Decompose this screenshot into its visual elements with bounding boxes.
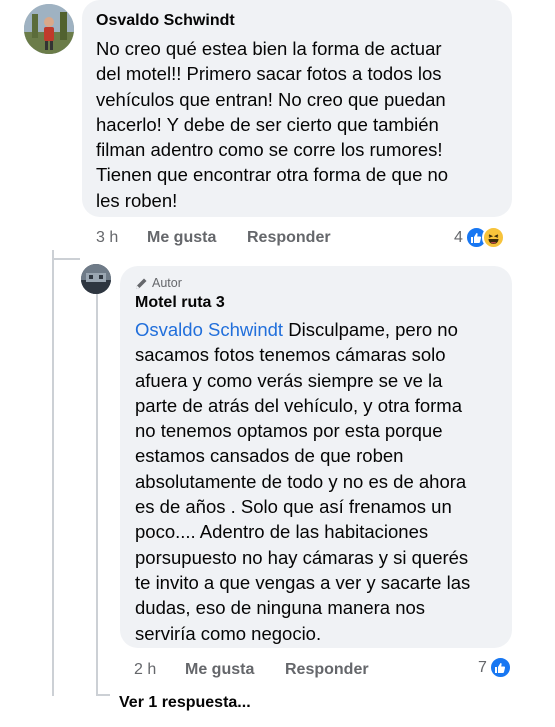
haha-icon xyxy=(481,226,505,249)
reply-line: es de años . Solo que así frenamos un xyxy=(135,496,452,518)
thread-line-main xyxy=(52,250,54,696)
comment-reactions[interactable]: 4 xyxy=(454,226,505,249)
reply-line: Osvaldo Schwindt Disculpame, pero no xyxy=(135,317,507,342)
reply-line-rest: Disculpame, pero no xyxy=(283,319,458,340)
view-more-replies-link[interactable]: Ver 1 respuesta... xyxy=(119,694,251,712)
reply-like-button[interactable]: Me gusta xyxy=(185,661,254,679)
reply-line: dudas, eso de ninguna manera nos xyxy=(135,597,426,619)
reply-line: porsupuesto no hay cámaras y si querés xyxy=(135,546,469,568)
reply-timestamp[interactable]: 2 h xyxy=(134,661,156,679)
reply-reactions[interactable]: 7 xyxy=(478,656,512,679)
comment-line: No creo qué estea bien la forma de actua… xyxy=(96,38,442,59)
comment-actions: 3 h Me gusta Responder xyxy=(96,229,516,251)
reply-line: no tenemos optamos por esta porque xyxy=(135,420,443,442)
like-icon xyxy=(488,656,512,679)
person-photo-icon xyxy=(24,4,74,54)
comment-line: hacerlo! Y debe de ser cierto que tambié… xyxy=(96,113,439,135)
comment-bubble: Osvaldo Schwindt No creo qué estea bien … xyxy=(82,0,512,217)
reply-reply-button[interactable]: Responder xyxy=(285,661,369,679)
reply-line: estamos cansados de que roben xyxy=(135,445,404,467)
author-badge-label: Autor xyxy=(152,276,182,290)
thread-line-branch xyxy=(52,258,80,260)
motel-logo-icon xyxy=(81,264,111,294)
reaction-count: 4 xyxy=(454,228,463,246)
reply-button[interactable]: Responder xyxy=(247,229,331,247)
reply-line: absolutamente de todo y no es de ahora xyxy=(135,470,467,492)
like-button[interactable]: Me gusta xyxy=(147,229,216,247)
thread-line-reply-avatar xyxy=(96,294,98,696)
reply-text: Osvaldo Schwindt Disculpame, pero no sac… xyxy=(135,317,507,646)
reply-line: afuera y como verás siempre se ve la xyxy=(135,369,443,391)
reaction-count: 7 xyxy=(478,658,487,676)
comment-text: No creo qué estea bien la forma de actua… xyxy=(96,36,506,213)
comment-line: les roben! xyxy=(96,189,178,211)
comment-line: Tienen que encontrar otra forma de que n… xyxy=(96,164,449,186)
reply-line: sacamos fotos tenemos cámaras solo xyxy=(135,344,446,366)
comment-timestamp[interactable]: 3 h xyxy=(96,229,118,247)
mention-link[interactable]: Osvaldo Schwindt xyxy=(135,319,283,340)
reply-line: parte de atrás del vehículo, y otra form… xyxy=(135,394,463,416)
author-badge: Autor xyxy=(135,276,182,290)
comment-line: filman adentro como se corre los rumores… xyxy=(96,139,443,161)
reply-line: te invito a que vengas a ver y sacarte l… xyxy=(135,571,471,593)
reply-line: serviría como negocio. xyxy=(135,622,322,644)
reply-actions: 2 h Me gusta Responder xyxy=(134,661,514,683)
reply-bubble: Autor Motel ruta 3 Osvaldo Schwindt Disc… xyxy=(120,266,512,648)
pencil-icon xyxy=(136,278,147,289)
reply-author-avatar[interactable] xyxy=(81,264,111,294)
commenter-avatar[interactable] xyxy=(24,4,74,54)
reply-line: poco.... Adentro de las habitaciones xyxy=(135,521,429,543)
thread-line-more xyxy=(96,694,110,696)
comment-line: vehículos que entran! No creo que puedan xyxy=(96,88,446,110)
reply-author[interactable]: Motel ruta 3 xyxy=(135,294,225,312)
comment-line: del motel!! Primero sacar fotos a todos … xyxy=(96,63,442,85)
comment-author[interactable]: Osvaldo Schwindt xyxy=(96,12,235,30)
